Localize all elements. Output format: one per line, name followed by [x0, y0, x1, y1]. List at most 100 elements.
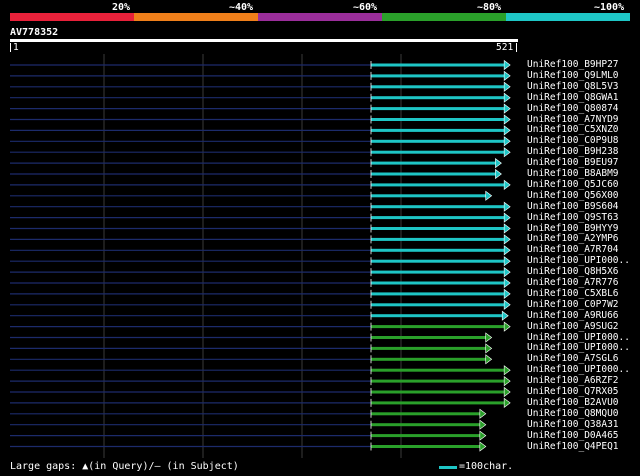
alignment-bar	[371, 96, 507, 100]
hit-label[interactable]: UniRef100_UPI000..	[527, 343, 630, 353]
hit-row[interactable]	[10, 365, 511, 376]
hit-label[interactable]: UniRef100_A9RU66	[527, 310, 619, 321]
alignment-bar	[371, 434, 482, 438]
hit-row[interactable]	[10, 201, 511, 212]
alignment-bar	[371, 303, 507, 307]
hit-row[interactable]	[10, 441, 487, 452]
hit-label[interactable]: UniRef100_B9H238	[527, 147, 619, 157]
hit-row[interactable]	[10, 81, 511, 92]
hit-row[interactable]	[10, 190, 493, 201]
hit-label[interactable]: UniRef100_C0P9U8	[527, 136, 619, 146]
hit-label[interactable]: UniRef100_C5XBL6	[527, 288, 619, 299]
hit-row[interactable]	[10, 114, 511, 125]
hit-row[interactable]	[10, 168, 502, 180]
alignment-arrow	[503, 256, 511, 267]
hit-label[interactable]: UniRef100_Q8H5X6	[527, 267, 619, 277]
hit-row[interactable]	[10, 343, 493, 354]
alignment-arrow	[495, 168, 502, 180]
hit-label[interactable]: UniRef100_A7R776	[527, 278, 619, 288]
alignment-bar	[371, 292, 507, 296]
hit-row[interactable]	[10, 92, 511, 103]
hit-row[interactable]	[10, 277, 511, 289]
hit-label[interactable]: UniRef100_B9S604	[527, 201, 619, 212]
hit-label[interactable]: UniRef100_Q8MQU0	[527, 408, 619, 419]
alignment-bar	[371, 423, 482, 427]
hit-label[interactable]: UniRef100_A7SGL6	[527, 354, 619, 364]
alignment-arrow	[503, 245, 511, 256]
hit-label[interactable]: UniRef100_A9SUG2	[527, 321, 619, 332]
hit-label[interactable]: UniRef100_B9EU97	[527, 158, 619, 168]
hit-row[interactable]	[10, 376, 511, 387]
alignment-bar	[371, 346, 488, 350]
hit-row[interactable]	[10, 223, 511, 234]
hit-label[interactable]: UniRef100_A7R704	[527, 245, 619, 255]
hit-row[interactable]	[10, 408, 487, 419]
alignment-arrow	[503, 92, 511, 103]
hit-row[interactable]	[10, 125, 511, 136]
hit-label[interactable]: UniRef100_Q4PEQ1	[527, 441, 619, 452]
alignment-bar	[371, 237, 507, 241]
hit-row[interactable]	[10, 386, 511, 398]
hit-row[interactable]	[10, 212, 511, 223]
hit-label[interactable]: UniRef100_C5XNZ0	[527, 125, 619, 135]
hit-label[interactable]: UniRef100_B8ABM9	[527, 169, 619, 179]
alignment-bar	[371, 248, 507, 252]
alignment-bar	[371, 368, 507, 372]
hit-label[interactable]: UniRef100_Q8L5V3	[527, 81, 619, 92]
alignment-bar	[371, 281, 507, 285]
alignment-arrow	[503, 321, 511, 332]
alignment-bar	[371, 336, 488, 339]
alignment-arrow	[503, 136, 511, 147]
hit-label[interactable]: UniRef100_B9HYY9	[527, 223, 619, 234]
hit-label[interactable]: UniRef100_B2AVU0	[527, 397, 619, 408]
hit-label[interactable]: UniRef100_UPI000..	[527, 365, 630, 375]
hit-row[interactable]	[10, 59, 511, 71]
hit-label[interactable]: UniRef100_UPI000..	[527, 256, 630, 266]
hit-label[interactable]: UniRef100_Q8GWA1	[527, 92, 619, 103]
hit-label[interactable]: UniRef100_Q9LML0	[527, 70, 619, 81]
hit-row[interactable]	[10, 419, 487, 430]
hit-row[interactable]	[10, 147, 511, 158]
hit-row[interactable]	[10, 321, 511, 332]
hit-row[interactable]	[10, 136, 511, 147]
hit-row[interactable]	[10, 310, 509, 321]
hit-label[interactable]: UniRef100_Q80874	[527, 103, 619, 114]
alignment-bar	[371, 216, 507, 220]
hit-label[interactable]: UniRef100_Q7RX05	[527, 387, 619, 397]
alignment-arrow	[503, 397, 511, 408]
hit-row[interactable]	[10, 397, 511, 408]
hit-row[interactable]	[10, 299, 511, 310]
hit-row[interactable]	[10, 354, 493, 365]
hit-row[interactable]	[10, 103, 511, 114]
alignment-bar	[371, 401, 507, 405]
hit-row[interactable]	[10, 332, 493, 343]
hit-label[interactable]: UniRef100_A6RZF2	[527, 376, 619, 386]
hit-row[interactable]	[10, 256, 511, 267]
hit-row[interactable]	[10, 430, 487, 441]
alignment-arrow	[501, 310, 509, 321]
hit-label[interactable]: UniRef100_D0A465	[527, 430, 619, 441]
hit-label[interactable]: UniRef100_A7NYD9	[527, 114, 619, 125]
hit-label[interactable]: UniRef100_Q56X00	[527, 190, 619, 201]
hit-label[interactable]: UniRef100_A2YMP6	[527, 234, 619, 244]
hit-label[interactable]: UniRef100_Q9ST63	[527, 212, 619, 223]
alignment-bar	[371, 259, 507, 263]
hit-label[interactable]: UniRef100_Q5JC60	[527, 179, 619, 190]
hit-row[interactable]	[10, 179, 511, 190]
hit-row[interactable]	[10, 267, 511, 278]
hit-row[interactable]	[10, 288, 511, 299]
alignment-arrow	[503, 179, 511, 190]
alignment-bar	[371, 150, 507, 154]
hit-row[interactable]	[10, 158, 502, 169]
hit-label[interactable]: UniRef100_C0P7W2	[527, 299, 619, 310]
hit-row[interactable]	[10, 234, 511, 245]
alignment-arrow	[485, 343, 493, 354]
hit-label[interactable]: UniRef100_Q38A31	[527, 419, 619, 430]
hit-row[interactable]	[10, 70, 511, 82]
scale-label: =100char.	[459, 461, 514, 472]
hit-label[interactable]: UniRef100_B9HP27	[527, 60, 619, 70]
hit-row[interactable]	[10, 245, 511, 256]
alignment-arrow	[503, 376, 511, 387]
hit-label[interactable]: UniRef100_UPI000..	[527, 332, 630, 343]
alignment-arrow	[485, 354, 493, 365]
